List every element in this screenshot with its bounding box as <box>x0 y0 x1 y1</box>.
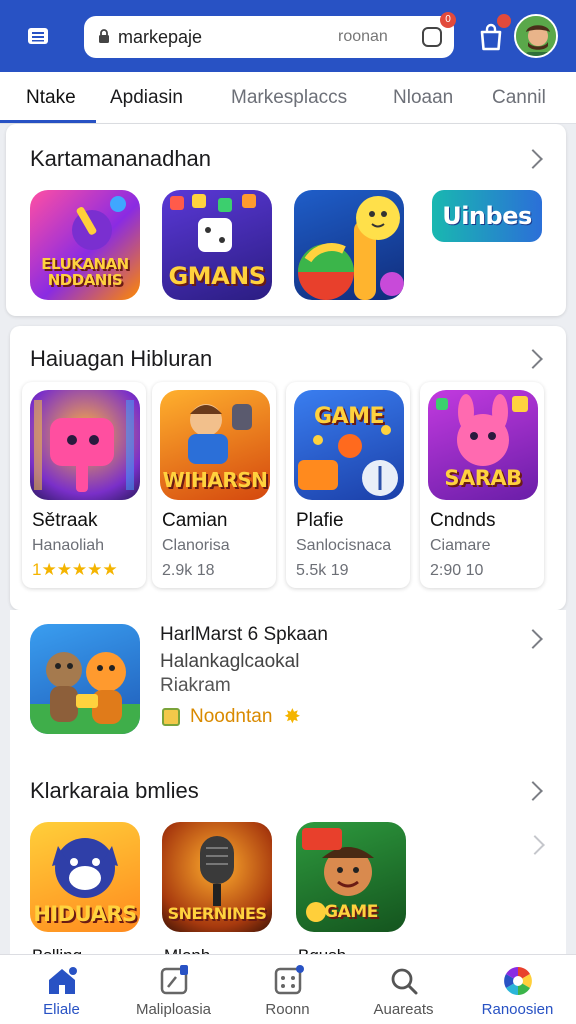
nav-home[interactable]: Eliale <box>4 955 119 1024</box>
address-meta: roonan <box>338 28 388 45</box>
tab-apdiasin[interactable]: Apdiasin <box>110 87 183 109</box>
gamepad-character-icon <box>30 390 140 500</box>
app-card[interactable]: SARAB Cndnds Ciamare 2:90 10 <box>420 382 544 588</box>
microphone-game-icon[interactable]: SNERNINES <box>162 822 272 932</box>
tile-art-text: SARAB <box>444 466 522 490</box>
rating-stars: 1★★★★★ <box>32 560 118 579</box>
pirate-game-icon[interactable]: GAME <box>296 822 406 932</box>
active-tab-indicator <box>0 120 96 123</box>
app-stats: 5.5k 19 <box>296 562 349 579</box>
feature-tag: Noodntan <box>190 706 273 727</box>
apps-icon <box>158 965 190 997</box>
app-card[interactable]: WIHARSN Camian Clanorisa 2.9k 18 <box>152 382 276 588</box>
menu-icon[interactable] <box>22 22 54 50</box>
partial-app-label: Bslling <box>32 946 82 954</box>
chevron-right-icon[interactable] <box>523 781 543 801</box>
chevron-right-icon[interactable] <box>523 149 543 169</box>
notification-badge <box>497 14 511 28</box>
animal-friends-icon[interactable] <box>30 624 140 734</box>
tile-art-text: HIDUARS <box>33 902 137 926</box>
app-card[interactable]: Sětraak Hanaoliah 1★★★★★ <box>22 382 146 588</box>
nav-rooms[interactable]: Roonn <box>230 955 345 1024</box>
tile-art-text: GMANS <box>168 262 266 290</box>
avatar[interactable] <box>514 14 558 58</box>
dice-game-icon[interactable]: GMANS <box>162 190 272 300</box>
app-stats: 2:90 10 <box>430 562 484 579</box>
panther-game-icon[interactable]: HIDUARS <box>30 822 140 932</box>
section-title: Haiuagan Hibluran <box>30 346 213 371</box>
tile-art-text: ELUKANAN NDDANIS <box>41 255 129 289</box>
nav-label: Maliploasia <box>135 1001 212 1018</box>
nav-label: Ranoosien <box>481 1001 554 1018</box>
featured-section: Kartamananadhan ELUKANAN NDDANIS GMANS U… <box>6 124 566 316</box>
lock-icon <box>98 29 110 48</box>
app-name: Plafie <box>296 510 344 531</box>
tab-nloaan[interactable]: Nloaan <box>393 87 453 109</box>
address-url[interactable]: markepaje <box>118 27 202 48</box>
app-developer: Hanaoliah <box>32 537 105 554</box>
feature-title: HarlMarst 6 Spkaan <box>160 624 328 645</box>
chevron-right-icon[interactable] <box>523 349 543 369</box>
candy-game-icon: GAME <box>294 390 404 500</box>
tab-markesplaccs[interactable]: Markesplaccs <box>231 87 347 109</box>
puzzle-app-icon[interactable]: ELUKANAN NDDANIS <box>30 190 140 300</box>
section-title: Klarkaraia bmlies <box>30 778 199 803</box>
nav-apps[interactable]: Maliploasia <box>116 955 231 1024</box>
tile-art-text: Uinbes <box>442 202 532 230</box>
app-name: Camian <box>162 510 228 531</box>
tile-art-text: WIHARSN <box>162 468 268 492</box>
bunny-game-icon: SARAB <box>428 390 538 500</box>
feature-developer: Halankaglcaokal <box>160 651 300 672</box>
category-tabs: Ntake Apdiasin Markesplaccs Nloaan Canni… <box>0 72 576 124</box>
nav-label: Auareats <box>373 1001 434 1018</box>
feature-category: Riakram <box>160 675 231 696</box>
balloon-character-icon[interactable] <box>294 190 404 300</box>
app-developer: Sanlocisnaca <box>296 537 392 554</box>
bottom-navigation: Eliale Maliploasia Roonn Auareats Ranoos… <box>0 954 576 1024</box>
tile-art-text: SNERNINES <box>167 904 267 923</box>
app-card[interactable]: GAME Plafie Sanlocisnaca 5.5k 19 <box>286 382 410 588</box>
color-wheel-icon <box>502 965 534 997</box>
nav-recommendations[interactable]: Ranoosien <box>460 955 575 1024</box>
app-developer: Ciamare <box>430 537 491 554</box>
partial-app-label: Mlonh <box>164 946 210 954</box>
app-stats: 2.9k 18 <box>162 562 215 579</box>
app-developer: Clanorisa <box>162 537 230 554</box>
tab-ntake[interactable]: Ntake <box>26 87 76 109</box>
partial-app-label: Bgush <box>298 946 346 954</box>
address-bar[interactable]: markepaje roonan 0 <box>84 12 456 58</box>
app-name: Sětraak <box>32 510 98 531</box>
section-title: Kartamananadhan <box>30 146 212 171</box>
tile-art-text: GAME <box>313 404 385 429</box>
uinbes-logo-icon[interactable]: Uinbes <box>432 190 542 242</box>
sparkle-icon: ✸ <box>284 706 301 728</box>
image-icon <box>162 708 180 726</box>
chevron-right-icon[interactable] <box>525 835 545 855</box>
search-icon <box>388 965 420 997</box>
top-app-bar: markepaje roonan 0 <box>0 0 576 72</box>
nav-label: Roonn <box>265 1001 310 1018</box>
grid-icon <box>272 965 304 997</box>
tile-art-text: GAME <box>324 902 378 922</box>
home-icon <box>46 965 78 997</box>
hero-game-icon: WIHARSN <box>160 390 270 500</box>
tabs-icon[interactable] <box>422 27 442 47</box>
tabs-badge: 0 <box>440 12 456 28</box>
app-name: Cndnds <box>430 510 496 531</box>
nav-label: Eliale <box>43 1001 80 1018</box>
tab-cannil[interactable]: Cannil <box>492 87 546 109</box>
nav-search[interactable]: Auareats <box>346 955 461 1024</box>
